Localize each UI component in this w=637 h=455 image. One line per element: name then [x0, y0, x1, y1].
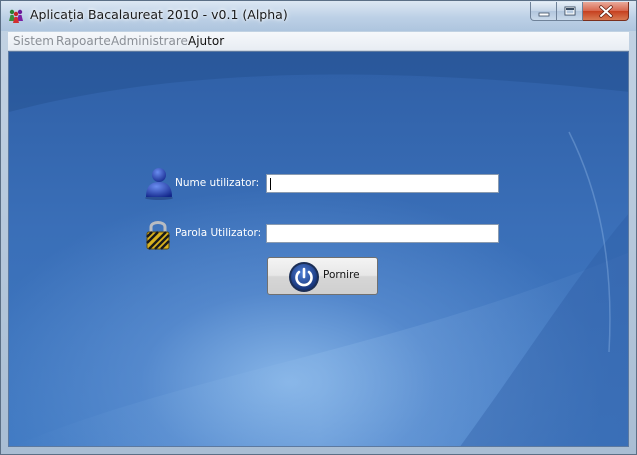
people-icon	[9, 9, 23, 23]
password-field[interactable]	[266, 224, 499, 243]
power-icon	[289, 262, 319, 292]
pornire-button[interactable]: Pornire	[267, 257, 378, 295]
minimize-button[interactable]	[530, 2, 557, 21]
close-button[interactable]	[583, 2, 629, 21]
menu-ajutor[interactable]: Ajutor	[188, 34, 224, 48]
text-caret	[270, 178, 271, 190]
menu-bar: Sistem Rapoarte Administrare Ajutor	[8, 32, 629, 51]
maximize-icon	[564, 6, 576, 16]
title-bar[interactable]: Aplicația Bacalaureat 2010 - v0.1 (Alpha…	[1, 1, 636, 31]
menu-sistem[interactable]: Sistem	[13, 34, 54, 48]
user-icon	[145, 168, 173, 200]
menu-administrare[interactable]: Administrare	[111, 34, 188, 48]
login-panel: Nume utilizator: Parola Utilizator: Porn…	[8, 51, 629, 447]
pornire-label: Pornire	[323, 269, 360, 281]
background-swoosh	[9, 52, 628, 446]
window-title: Aplicația Bacalaureat 2010 - v0.1 (Alpha…	[30, 7, 288, 22]
lock-icon	[146, 221, 170, 250]
close-icon	[599, 5, 613, 18]
minimize-icon	[538, 12, 550, 17]
username-label: Nume utilizator:	[175, 177, 260, 189]
menu-rapoarte[interactable]: Rapoarte	[56, 34, 111, 48]
maximize-button[interactable]	[557, 2, 583, 21]
app-window: Aplicația Bacalaureat 2010 - v0.1 (Alpha…	[0, 0, 637, 455]
username-field[interactable]	[266, 174, 499, 193]
password-label: Parola Utilizator:	[175, 227, 262, 239]
